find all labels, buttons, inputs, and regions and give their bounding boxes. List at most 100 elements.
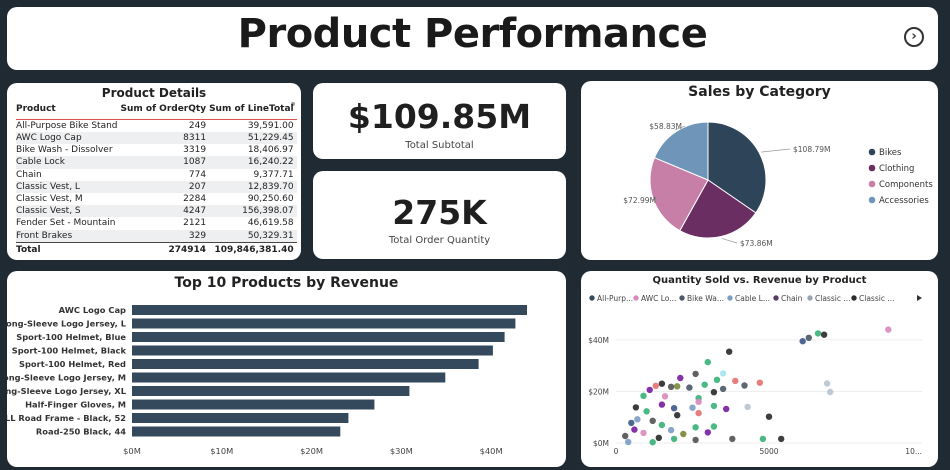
scatter-point[interactable]	[649, 417, 656, 424]
scatter-point[interactable]	[670, 435, 678, 443]
scatter-point[interactable]	[701, 381, 708, 388]
scatter-point[interactable]	[677, 374, 684, 382]
scatter-point[interactable]	[719, 385, 727, 393]
table-row[interactable]: Classic Vest, M 2284 90,250.60	[16, 193, 297, 205]
scatter-point[interactable]	[649, 439, 656, 446]
bar[interactable]	[132, 399, 375, 410]
legend-label-accessories[interactable]: Accessories	[879, 196, 929, 206]
scatter-point[interactable]	[704, 358, 711, 366]
table-row[interactable]: Cable Lock 1087 16,240.22	[16, 156, 297, 169]
scatter-point[interactable]	[695, 398, 702, 405]
bar[interactable]	[132, 426, 341, 437]
scatter-point[interactable]	[778, 435, 785, 443]
scatter-point[interactable]	[814, 330, 822, 337]
bar[interactable]	[132, 332, 505, 342]
scatter-point[interactable]	[692, 370, 699, 378]
scatter-point[interactable]	[658, 401, 666, 408]
chevron-right-circle-icon[interactable]: ›	[904, 27, 924, 47]
scatter-point[interactable]	[695, 409, 702, 417]
scatter-point[interactable]	[674, 383, 681, 390]
scatter-legend-label[interactable]: Cable L...	[735, 294, 770, 303]
table-row[interactable]: Chain 774 9,377.71	[16, 169, 297, 181]
scatter-point[interactable]	[632, 404, 640, 411]
scatter-legend-label[interactable]: Classic ...	[859, 294, 894, 303]
scatter-point[interactable]	[827, 388, 834, 396]
bar[interactable]	[132, 305, 527, 315]
table-row[interactable]: AWC Logo Cap 8311 51,229.45	[16, 132, 297, 145]
scatter-point[interactable]	[756, 379, 763, 386]
scatter-legend-label[interactable]: AWC Lo...	[641, 294, 676, 303]
scatter-point[interactable]	[631, 426, 638, 433]
scatter-point[interactable]	[667, 383, 675, 390]
bar-category-label: Long-Sleeve Logo Jersey, L	[7, 319, 127, 329]
scatter-point[interactable]	[670, 405, 678, 412]
scatter-point[interactable]	[710, 389, 718, 396]
scatter-point[interactable]	[658, 421, 666, 429]
scatter-point[interactable]	[885, 326, 892, 333]
scatter-point[interactable]	[646, 386, 653, 394]
scatter-point[interactable]	[652, 382, 659, 389]
scatter-point[interactable]	[759, 435, 767, 443]
scatter-point[interactable]	[805, 334, 812, 341]
scatter-point[interactable]	[823, 380, 831, 387]
column-header-linetotal[interactable]: Sum of LineTotal	[209, 102, 297, 120]
bar[interactable]	[132, 318, 516, 329]
scatter-point[interactable]	[692, 436, 699, 444]
scatter-point[interactable]	[744, 403, 751, 411]
scatter-point[interactable]	[729, 435, 736, 443]
scatter-point[interactable]	[658, 380, 666, 387]
scatter-point[interactable]	[661, 393, 669, 400]
table-row[interactable]: Classic Vest, L 207 12,839.70	[16, 180, 297, 193]
scatter-point[interactable]	[732, 377, 739, 385]
bar[interactable]	[132, 345, 493, 356]
scatter-point[interactable]	[640, 392, 647, 399]
scatter-point[interactable]	[689, 404, 696, 411]
bar-chart: AWC Logo Cap Long-Sleeve Logo Jersey, L Sp…	[7, 305, 527, 456]
scatter-point[interactable]	[628, 419, 635, 427]
scatter-point[interactable]	[719, 370, 727, 377]
column-header-orderqty[interactable]: Sum of OrderQty	[120, 102, 210, 120]
scatter-legend-label[interactable]: All-Purp...	[597, 294, 633, 303]
scatter-point[interactable]	[710, 423, 718, 430]
scatter-point[interactable]	[726, 348, 733, 355]
scatter-point[interactable]	[625, 438, 632, 446]
scatter-point[interactable]	[686, 384, 693, 391]
scatter-point[interactable]	[634, 416, 641, 423]
table-row[interactable]: Front Brakes 329 50,329.31	[16, 229, 297, 242]
scatter-point[interactable]	[674, 412, 681, 419]
bar[interactable]	[132, 372, 446, 383]
scatter-point[interactable]	[692, 424, 699, 431]
scatter-legend-label[interactable]: Bike Wa...	[687, 294, 724, 303]
legend-label-components[interactable]: Components	[879, 180, 933, 190]
scatter-point[interactable]	[799, 338, 806, 345]
legend-label-clothing[interactable]: Clothing	[879, 164, 914, 174]
table-row[interactable]: Classic Vest, S 4247 156,398.07	[16, 205, 297, 218]
bar[interactable]	[132, 413, 349, 423]
scatter-point[interactable]	[704, 429, 711, 436]
scatter-legend-label[interactable]: Chain	[781, 294, 803, 303]
table-title: Product Details	[101, 86, 207, 100]
scatter-point[interactable]	[741, 382, 748, 389]
legend-scroll-right-icon[interactable]	[917, 295, 922, 301]
scatter-point[interactable]	[680, 430, 687, 438]
scatter-point[interactable]	[765, 413, 773, 420]
scatter-point[interactable]	[723, 405, 730, 413]
table-row[interactable]: All-Purpose Bike Stand 249 39,591.00	[16, 120, 297, 133]
scatter-legend-label[interactable]: Classic ...	[815, 294, 850, 303]
scatter-point[interactable]	[640, 429, 647, 437]
scatter-point[interactable]	[820, 331, 828, 338]
bar[interactable]	[132, 386, 410, 396]
bar[interactable]	[132, 359, 479, 369]
table-row[interactable]: Fender Set - Mountain 2121 46,619.58	[16, 217, 297, 229]
table-row[interactable]: Bike Wash - Dissolver 3319 18,406.97	[16, 144, 297, 156]
scatter-point[interactable]	[655, 434, 662, 441]
cell-orderqty: 3319	[183, 145, 207, 156]
scatter-point[interactable]	[667, 426, 675, 434]
scatter-point[interactable]	[643, 408, 650, 415]
scatter-point[interactable]	[713, 376, 721, 383]
legend-label-bikes[interactable]: Bikes	[879, 148, 902, 158]
kpi-qty-value: 275K	[392, 193, 487, 232]
scatter-point[interactable]	[622, 432, 629, 440]
scatter-point[interactable]	[710, 402, 718, 410]
column-header-product[interactable]: Product	[16, 102, 121, 120]
